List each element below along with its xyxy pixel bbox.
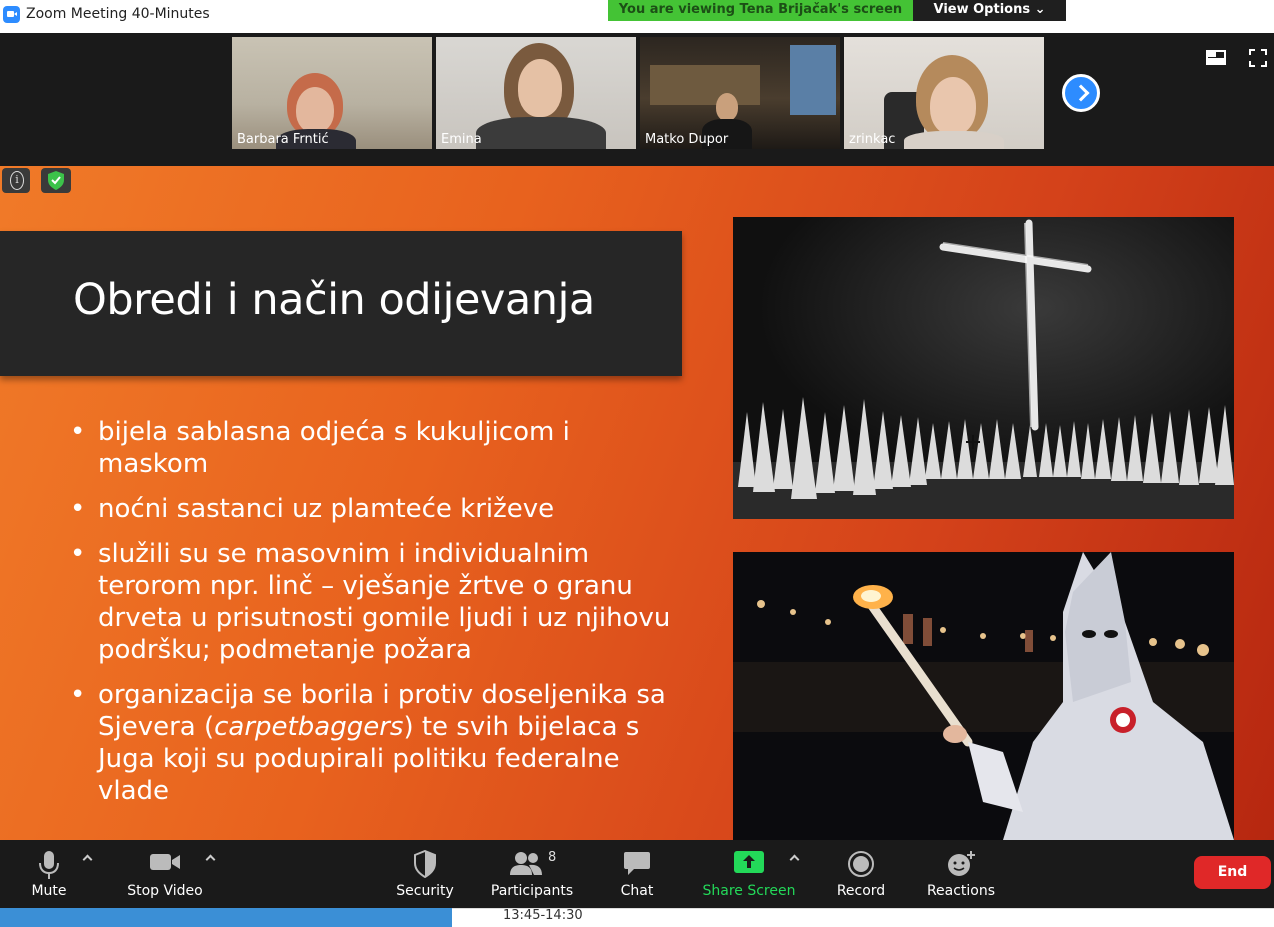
participant-tile[interactable]: Matko Dupor [640,37,840,149]
microphone-icon [38,850,60,884]
chat-bubble-icon [623,850,651,880]
info-icon[interactable] [2,168,30,193]
participant-face [518,59,562,117]
share-screen-button[interactable]: Share Screen [700,840,798,908]
record-label: Record [836,883,886,899]
viewing-screen-banner: You are viewing Tena Brijačak's screen [608,0,913,21]
participant-name: Barbara Frntić [237,132,329,147]
torch-bearer-photo [733,552,1234,840]
participant-face [930,77,976,135]
slide-bullet: služili su se masovnim i individualnim t… [70,538,680,666]
participant-tile[interactable]: Emina [436,37,636,149]
participant-name: zrinkac [849,132,896,147]
layout-toggle-icon[interactable] [1206,50,1226,65]
participant-body [904,131,1004,149]
share-screen-icon [734,850,764,878]
participant-name: Matko Dupor [645,132,729,147]
participant-tile[interactable]: zrinkac [844,37,1044,149]
slide-bullet-list: bijela sablasna odjeća s kukuljicom i ma… [70,416,680,820]
time-range-text: 13:45-14:30 [503,908,583,923]
slide-bullet: bijela sablasna odjeća s kukuljicom i ma… [70,416,680,480]
record-button[interactable]: Record [830,840,892,908]
participant-body [476,117,606,149]
share-screen-label: Share Screen [702,883,796,899]
mute-button[interactable]: Mute [18,840,80,908]
slide-bullet: organizacija se borila i protiv doseljen… [70,679,680,807]
background-shelf [650,65,760,105]
meeting-toolbar: Mute Stop Video Security 8 Participants … [0,840,1274,908]
window-title: Zoom Meeting 40-Minutes [26,6,210,22]
video-camera-icon [149,850,181,878]
reactions-button[interactable]: Reactions [922,840,1000,908]
stop-video-button[interactable]: Stop Video [120,840,210,908]
slide-title-box: Obredi i način odijevanja [0,231,682,376]
view-options-button[interactable]: View Options ⌄ [913,0,1066,21]
chat-button[interactable]: Chat [610,840,664,908]
participants-button[interactable]: 8 Participants [488,840,576,908]
security-button[interactable]: Security [390,840,460,908]
background-window [790,45,836,115]
participant-face [716,93,738,121]
end-meeting-button[interactable]: End [1194,856,1271,889]
taskbar-left [0,908,452,927]
participant-name: Emina [441,132,482,147]
participant-face [296,87,334,133]
stop-video-label: Stop Video [127,883,203,899]
chat-label: Chat [620,883,654,899]
record-icon [847,850,875,882]
participants-count-badge: 8 [548,850,557,865]
shared-screen-slide: Obredi i način odijevanja bijela sablasn… [0,166,1274,840]
mute-label: Mute [31,883,67,899]
participant-tile[interactable]: Barbara Frntić [232,37,432,149]
reactions-smiley-icon [946,850,976,882]
slide-bullet: noćni sastanci uz plamteće križeve [70,493,680,525]
participants-icon [509,850,543,880]
security-shield-icon [413,849,437,882]
zoom-app-icon [3,6,20,23]
reactions-label: Reactions [926,883,996,899]
video-strip: Barbara Frntić Emina Matko Dupor zrinkac [0,33,1274,166]
os-taskbar: 13:45-14:30 [0,908,1274,927]
security-label: Security [396,883,454,899]
next-participants-arrow-icon[interactable] [1062,74,1100,112]
slide-title: Obredi i način odijevanja [73,275,595,325]
encryption-shield-icon[interactable] [41,168,71,193]
bullet-italic-text: carpetbaggers [214,712,404,742]
burning-cross-photo [733,217,1234,519]
participants-label: Participants [490,883,574,899]
fullscreen-icon[interactable] [1249,49,1267,67]
audio-options-caret-icon[interactable] [82,854,93,865]
